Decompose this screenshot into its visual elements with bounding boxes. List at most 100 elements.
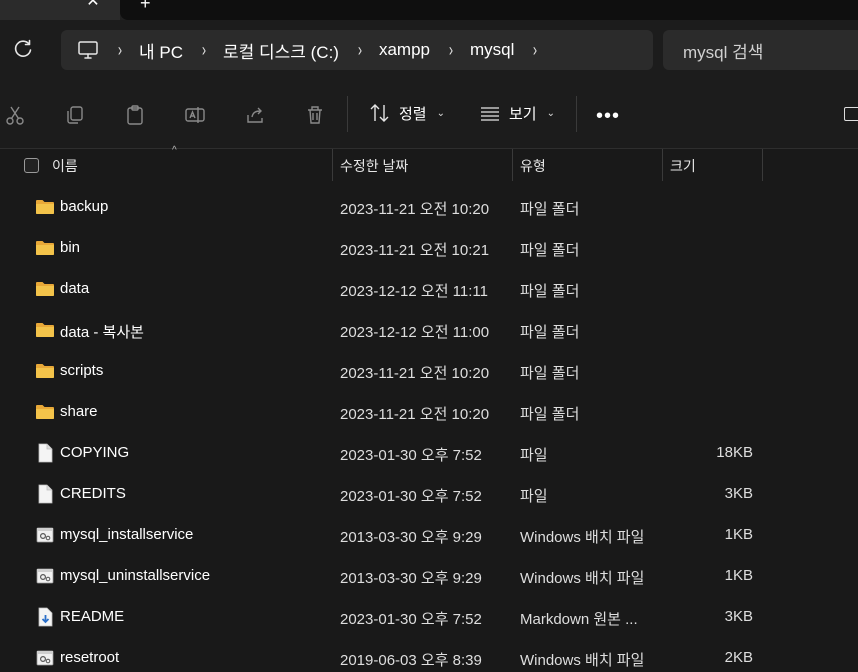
file-modified: 2013-03-30 오후 9:29 bbox=[340, 570, 482, 587]
cut-icon[interactable] bbox=[4, 104, 26, 126]
batch-file-icon bbox=[36, 650, 54, 666]
refresh-icon[interactable] bbox=[12, 38, 34, 60]
file-name: scripts bbox=[60, 362, 104, 379]
breadcrumb-separator[interactable]: › bbox=[533, 40, 537, 61]
file-type: 파일 폴더 bbox=[520, 283, 580, 300]
search-input[interactable]: mysql 검색 bbox=[663, 30, 858, 70]
folder-icon bbox=[36, 241, 54, 255]
file-type: 파일 폴더 bbox=[520, 201, 580, 218]
details-pane-icon[interactable] bbox=[844, 107, 858, 121]
file-name: CREDITS bbox=[60, 485, 126, 502]
file-type: 파일 폴더 bbox=[520, 406, 580, 423]
file-name: bin bbox=[60, 239, 81, 256]
breadcrumb-item-this-pc[interactable]: 내 PC bbox=[139, 38, 183, 63]
more-options-icon[interactable]: ••• bbox=[596, 105, 620, 128]
file-type: Markdown 원본 ... bbox=[520, 611, 638, 628]
folder-icon bbox=[36, 323, 54, 337]
paste-icon[interactable] bbox=[124, 104, 146, 126]
file-row[interactable]: COPYING 2023-01-30 오후 7:52 파일 18KB bbox=[0, 433, 858, 474]
copy-icon[interactable] bbox=[64, 104, 86, 126]
breadcrumb-item-xampp[interactable]: xampp bbox=[379, 40, 430, 60]
file-name: README bbox=[60, 608, 125, 625]
file-row[interactable]: data 2023-12-12 오전 11:11 파일 폴더 bbox=[0, 269, 858, 310]
file-name: share bbox=[60, 403, 98, 420]
breadcrumb-separator[interactable]: › bbox=[358, 40, 362, 61]
file-size: 1KB bbox=[724, 526, 753, 543]
file-modified: 2023-12-12 오전 11:00 bbox=[340, 324, 490, 341]
sort-button[interactable]: 정렬 ⌄ bbox=[369, 102, 445, 124]
active-tab[interactable] bbox=[0, 0, 120, 20]
file-row[interactable]: data - 복사본 2023-12-12 오전 11:00 파일 폴더 bbox=[0, 310, 858, 351]
file-row[interactable]: README 2023-01-30 오후 7:52 Markdown 원본 ... 3… bbox=[0, 597, 858, 638]
file-size: 2KB bbox=[724, 649, 753, 666]
file-modified: 2023-11-21 오전 10:20 bbox=[340, 406, 490, 423]
file-name: COPYING bbox=[60, 444, 130, 461]
file-size: 18KB bbox=[716, 444, 753, 461]
file-type: Windows 배치 파일 bbox=[520, 570, 645, 587]
computer-icon bbox=[78, 41, 98, 59]
file-modified: 2023-12-12 오전 11:11 bbox=[340, 283, 488, 300]
breadcrumb-separator[interactable]: › bbox=[202, 40, 206, 61]
file-name: mysql_installservice bbox=[60, 526, 194, 543]
breadcrumb[interactable]: › 내 PC › 로컬 디스크 (C:) › xampp › mysql › bbox=[61, 30, 653, 70]
file-icon bbox=[38, 484, 53, 504]
new-tab-icon[interactable]: + bbox=[140, 0, 151, 14]
select-all-checkbox[interactable] bbox=[24, 158, 39, 173]
file-modified: 2023-11-21 오전 10:21 bbox=[340, 242, 490, 259]
file-size: 3KB bbox=[724, 485, 753, 502]
file-modified: 2019-06-03 오후 8:39 bbox=[340, 652, 482, 669]
column-divider[interactable] bbox=[662, 149, 663, 181]
markdown-file-icon bbox=[38, 607, 53, 627]
file-row[interactable]: mysql_installservice 2013-03-30 오후 9:29 Wi… bbox=[0, 515, 858, 556]
breadcrumb-separator[interactable]: › bbox=[449, 40, 453, 61]
sort-label: 정렬 bbox=[399, 105, 427, 123]
file-list: backup 2023-11-21 오전 10:20 파일 폴더 bin 2023-11… bbox=[0, 187, 858, 672]
column-divider[interactable] bbox=[512, 149, 513, 181]
file-row[interactable]: mysql_uninstallservice 2013-03-30 오후 9:29… bbox=[0, 556, 858, 597]
search-placeholder: mysql 검색 bbox=[683, 42, 764, 62]
file-modified: 2023-01-30 오후 7:52 bbox=[340, 447, 482, 464]
sort-icon bbox=[370, 104, 389, 122]
column-header-size[interactable]: 크기 bbox=[670, 156, 696, 176]
file-icon bbox=[38, 443, 53, 463]
column-header-type[interactable]: 유형 bbox=[520, 156, 546, 176]
file-row[interactable]: backup 2023-11-21 오전 10:20 파일 폴더 bbox=[0, 187, 858, 228]
file-row[interactable]: scripts 2023-11-21 오전 10:20 파일 폴더 bbox=[0, 351, 858, 392]
tab-strip-empty-area bbox=[120, 0, 858, 20]
file-type: 파일 bbox=[520, 488, 548, 505]
address-bar-row: › 내 PC › 로컬 디스크 (C:) › xampp › mysql › m… bbox=[0, 20, 858, 80]
file-name: mysql_uninstallservice bbox=[60, 567, 211, 584]
chevron-down-icon: ⌄ bbox=[436, 107, 445, 119]
breadcrumb-item-mysql[interactable]: mysql bbox=[470, 40, 514, 60]
share-icon[interactable] bbox=[244, 104, 266, 126]
view-button[interactable]: 보기 ⌄ bbox=[479, 102, 555, 124]
sort-caret-icon: ^ bbox=[172, 145, 177, 156]
column-divider[interactable] bbox=[332, 149, 333, 181]
file-modified: 2023-01-30 오후 7:52 bbox=[340, 488, 482, 505]
column-header-modified[interactable]: 수정한 날짜 bbox=[340, 156, 408, 176]
file-name: data bbox=[60, 280, 90, 297]
file-row[interactable]: bin 2023-11-21 오전 10:21 파일 폴더 bbox=[0, 228, 858, 269]
toolbar-divider bbox=[576, 96, 577, 132]
file-name: resetroot bbox=[60, 649, 120, 666]
delete-icon[interactable] bbox=[304, 104, 326, 126]
breadcrumb-item-local-disk[interactable]: 로컬 디스크 (C:) bbox=[223, 38, 339, 63]
file-row[interactable]: CREDITS 2023-01-30 오후 7:52 파일 3KB bbox=[0, 474, 858, 515]
file-row[interactable]: resetroot 2019-06-03 오후 8:39 Windows 배치 파일… bbox=[0, 638, 858, 672]
folder-icon bbox=[36, 200, 54, 214]
file-modified: 2023-01-30 오후 7:52 bbox=[340, 611, 482, 628]
file-modified: 2023-11-21 오전 10:20 bbox=[340, 365, 490, 382]
tab-close-icon[interactable]: ✕ bbox=[84, 0, 102, 12]
file-row[interactable]: share 2023-11-21 오전 10:20 파일 폴더 bbox=[0, 392, 858, 433]
tab-strip: ✕ + bbox=[0, 0, 858, 20]
file-type: Windows 배치 파일 bbox=[520, 652, 645, 669]
command-bar: 정렬 ⌄ 보기 ⌄ ••• bbox=[0, 80, 858, 149]
column-header-name[interactable]: 이름 bbox=[52, 156, 78, 176]
rename-icon[interactable] bbox=[184, 104, 206, 126]
batch-file-icon bbox=[36, 527, 54, 543]
view-icon bbox=[481, 107, 499, 121]
column-divider[interactable] bbox=[762, 149, 763, 181]
file-size: 1KB bbox=[724, 567, 753, 584]
folder-icon bbox=[36, 405, 54, 419]
breadcrumb-separator[interactable]: › bbox=[118, 40, 122, 61]
